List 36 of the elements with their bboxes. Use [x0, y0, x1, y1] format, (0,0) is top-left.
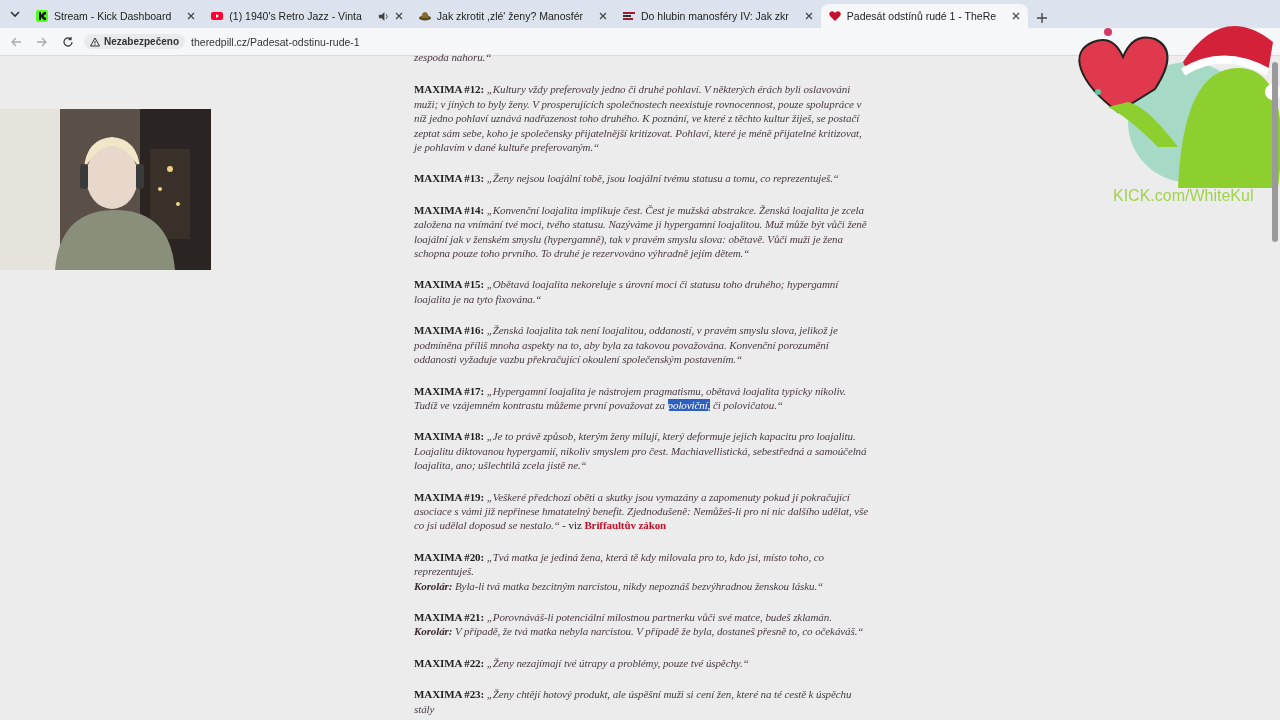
reload-icon[interactable]: [62, 35, 74, 48]
tab-favicon-icon: [36, 10, 48, 22]
close-icon[interactable]: [599, 12, 607, 20]
article-link[interactable]: Briffaultův zákon: [584, 519, 667, 532]
hat-icon: [418, 10, 431, 22]
new-tab-icon[interactable]: [1036, 12, 1049, 24]
maxim-paragraph: MAXIMA #12: „Kultury vždy preferovaly jedno či druhé pohlaví. V některých érách byli oslavováni muži; v jiných to byly ženy. V prosperujících společnostech neexistuje rovnocennost, pouze spolupráce v níž jedno pohlaví uznává nadřazenost toho druhého. K poznání, ve které z těchto kultur žiješ, se postačí zeptat sám sebe, koho je společensky přijatelnější kritizovat. Pohlaví, které je méně přijatelné kritizovat, je pohlavím v dané kultuře preferovaným.“: [414, 82, 863, 155]
speaker-icon[interactable]: [377, 10, 389, 22]
maxim-paragraph: MAXIMA #15: „Obětavá loajalita nekoreluje s úrovní moci či statusu toho druhého; hypergamní loajalita je na tyto fixována.“: [414, 277, 840, 307]
maxim-paragraph: MAXIMA #18: „Je to právě způsob, kterým ženy milují, který deformuje jejich kapacitu pro loajalitu. Loajalitu diktovanou hypergamií, nikoliv smyslem pro čest. Machiavellistická, sebestředná a samoúčelná loajalita, ano; ušlechtilá zcela jistě ne.“: [414, 429, 868, 473]
close-icon[interactable]: [394, 12, 403, 20]
warning-icon: [90, 36, 100, 47]
lines-icon: [623, 10, 635, 22]
heart-icon: [828, 10, 841, 22]
maxim-paragraph: MAXIMA #20: „Tvá matka je jediná žena, která tě kdy milovala pro to, kdo jsi, místo toho, co reprezentuješ. Korolár: Byla-li tvá matka bezcitným narcistou, nikdy nepoznáš bezvýhradnou ženskou lásku.“: [414, 549, 825, 593]
browser-tab[interactable]: Jak zkrotit ,zlé' ženy? Manosfér: [410, 4, 615, 28]
scrollbar-thumb[interactable]: [1272, 62, 1278, 242]
close-icon[interactable]: [804, 12, 813, 20]
browser-tab[interactable]: Do hlubin manosféry IV: Jak zkr: [615, 4, 821, 28]
maxim-paragraph: MAXIMA #23: „Ženy chtějí hotový produkt, ale úspěšní muži si cení žen, které na té cestě k úspěchu stály: [414, 687, 853, 716]
security-chip[interactable]: Nezabezpečeno: [84, 34, 186, 49]
maxim-paragraph: MAXIMA #14: „Konvenční loajalita implikuje čest. Čest je mužská abstrakce. Ženská loajalita je zcela založena na vnímání tvé moci, tvého statusu. Nazýváme ji hypergamní loajalitou. Muž může být vůči ženě loajální jak v ženském smyslu (hypergamně), tak v pravém smyslu slova: obětavě. Vůči muži je žena schopna pouze toho prvního. To druhé je rezervováno výhradně jejím dětem.“: [414, 202, 868, 261]
close-icon[interactable]: [1012, 12, 1021, 20]
maxim-paragraph: MAXIMA #21: „Porovnáváš-li potenciální milostnou partnerku vůči své matce, budeš zklamán. Korolár: V případě, že tvá matka nebyla narcistou. V případě že byla, dostaneš přesně to, co očekáváš.“: [414, 609, 865, 639]
address-field[interactable]: theredpill.cz/Padesat-odstinu-rude-1: [191, 35, 360, 48]
channel-url-text: KICK.com/WhiteKul: [1113, 187, 1254, 205]
paragraph-fragment: zespoda nahoru.“: [414, 50, 493, 65]
browser-tab[interactable]: Padesát odstínů rudé 1 - TheRe: [820, 4, 1029, 28]
maxim-paragraph: MAXIMA #22: „Ženy nezajímají tvé útrapy a problémy, pouze tvé úspěchy.“: [414, 655, 750, 671]
maxim-paragraph: MAXIMA #13: „Ženy nejsou loajální tobě, jsou loajální tvému statusu a tomu, co reprezentuješ.“: [414, 171, 840, 186]
maxim-paragraph: MAXIMA #16: „Ženská loajalita tak není loajalitou, oddaností, v pravém smyslu slova, jelikož je podmíněna příliš mnoha aspekty na to, aby byla za takovou považována. Konvenční porozumění oddanosti vyžaduje vazbu překračující okoulení společenským postavením.“: [414, 323, 839, 367]
maxim-paragraph: MAXIMA #19: „Veškeré předchozí oběti a skutky jsou vymazány a zapomenuty pokud jí pokračující asociace s vámi již nepřinese hmatatelný benefit. Zjednodušeně: Nemůžeš-li pro ni nic dalšího udělat, vše co jsi udělal doposud se nestalo.“ - viz Briffaultův zákon: [414, 489, 870, 533]
browser-tab[interactable]: (1) 1940's Retro Jazz - Vinta: [203, 4, 411, 28]
close-icon[interactable]: [187, 12, 196, 20]
browser-tab[interactable]: Stream - Kick Dashboard: [28, 4, 204, 28]
play-icon: [211, 10, 224, 22]
